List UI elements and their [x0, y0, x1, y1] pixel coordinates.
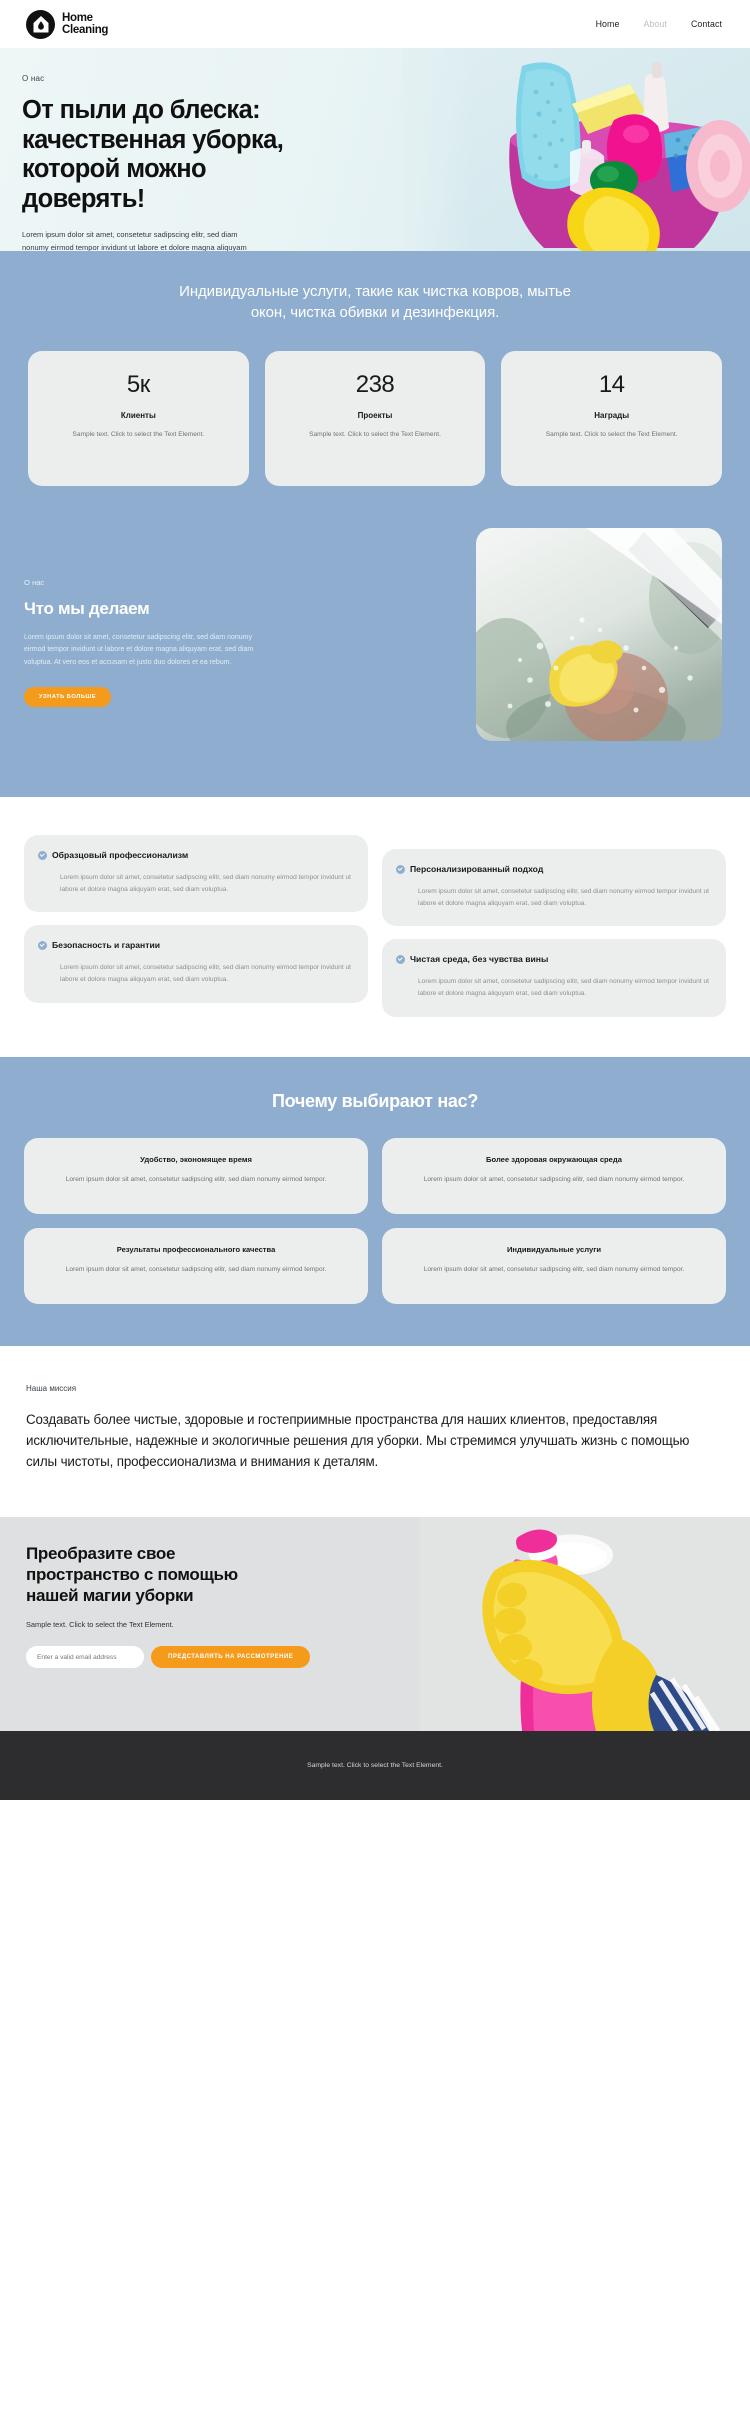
check-circle-icon	[38, 850, 47, 860]
mission-text: Создавать более чистые, здоровые и госте…	[26, 1411, 690, 1469]
why-us-card-title: Более здоровая окружающая среда	[486, 1154, 622, 1164]
why-us-card: Результаты профессионального качества Lo…	[24, 1227, 368, 1304]
why-us-card-title: Результаты профессионального качества	[116, 1244, 276, 1254]
stat-label: Клиенты	[120, 410, 156, 420]
stat-card: 14 Награды Sample text. Click to select …	[501, 350, 723, 486]
nav-item-contact[interactable]: Contact	[691, 19, 722, 29]
feature-card: Чистая среда, без чувства вины Lorem ips…	[382, 939, 726, 1017]
submit-button[interactable]: ПРЕДСТАВЛЯТЬ НА РАССМОТРЕНИЕ	[151, 1646, 311, 1669]
nav-item-about[interactable]: About	[643, 19, 667, 29]
why-us-card-body: Lorem ipsum dolor sit amet, consetetur s…	[65, 1175, 327, 1183]
feature-body: Lorem ipsum dolor sit amet, consetetur s…	[418, 887, 709, 907]
stat-card: 238 Проекты Sample text. Click to select…	[264, 350, 486, 486]
why-us-card-body: Lorem ipsum dolor sit amet, consetetur s…	[423, 1265, 685, 1273]
stat-description: Sample text. Click to select the Text El…	[545, 430, 678, 438]
feature-body: Lorem ipsum dolor sit amet, consetetur s…	[60, 873, 351, 893]
check-circle-icon	[396, 955, 405, 965]
email-input[interactable]	[26, 1646, 144, 1669]
landing-page: Home Cleaning Home About Contact О нас О…	[0, 0, 750, 1800]
why-us-card: Индивидуальные услуги Lorem ipsum dolor …	[382, 1227, 726, 1304]
services-section: Индивидуальные услуги, такие как чистка …	[0, 251, 750, 797]
feature-card: Персонализированный подход Lorem ipsum d…	[382, 848, 726, 927]
why-us-card-title: Индивидуальные услуги	[506, 1244, 602, 1254]
footer-text: Sample text. Click to select the Text El…	[307, 1761, 443, 1769]
hero-paragraph: Lorem ipsum dolor sit amet, consetetur s…	[22, 230, 247, 251]
what-we-do-section: О нас Что мы делаем Lorem ipsum dolor si…	[0, 486, 750, 797]
cta-section: Преобразите свое пространство с помощью …	[0, 1516, 750, 1731]
features-column-left: Образцовый профессионализм Lorem ipsum d…	[24, 834, 368, 1017]
site-footer: Sample text. Click to select the Text El…	[0, 1730, 750, 1800]
feature-body: Lorem ipsum dolor sit amet, consetetur s…	[418, 978, 709, 998]
learn-more-button[interactable]: УЗНАТЬ БОЛЬШЕ	[24, 686, 111, 707]
site-header: Home Cleaning Home About Contact	[0, 0, 750, 48]
stat-description: Sample text. Click to select the Text El…	[309, 430, 441, 438]
hero-eyebrow: О нас	[22, 74, 45, 83]
stat-description: Sample text. Click to select the Text El…	[72, 430, 205, 438]
main-nav: Home About Contact	[596, 19, 722, 29]
stat-number: 14	[598, 370, 625, 398]
stat-label: Награды	[594, 410, 630, 420]
feature-title: Безопасность и гарантии	[52, 940, 161, 951]
what-we-do-image	[476, 527, 722, 741]
hero-image	[402, 48, 750, 251]
features-section: Образцовый профессионализм Lorem ipsum d…	[0, 796, 750, 1057]
what-we-do-eyebrow: О нас	[24, 577, 45, 587]
mission-section: Наша миссия Создавать более чистые, здор…	[0, 1345, 750, 1517]
features-column-right: Персонализированный подход Lorem ipsum d…	[382, 835, 726, 1017]
why-us-heading: Почему выбирают нас?	[271, 1090, 479, 1111]
stat-label: Проекты	[357, 410, 393, 420]
feature-card-header: Чистая среда, без чувства вины	[396, 953, 710, 965]
why-us-grid: Удобство, экономящее время Lorem ipsum d…	[24, 1137, 726, 1304]
brand-line-2: Cleaning	[62, 24, 109, 36]
feature-title: Персонализированный подход	[410, 863, 544, 874]
hero-section: О нас От пыли до блеска: качественная уб…	[0, 48, 750, 251]
brand-name: Home Cleaning	[62, 12, 108, 37]
services-title: Индивидуальные услуги, такие как чистка …	[179, 283, 571, 322]
stat-number: 238	[355, 370, 395, 398]
why-us-card: Более здоровая окружающая среда Lorem ip…	[382, 1137, 726, 1214]
check-circle-icon	[396, 864, 405, 874]
what-we-do-heading: Что мы делаем	[24, 598, 150, 618]
cta-subtext: Sample text. Click to select the Text El…	[26, 1620, 174, 1630]
cta-signup-form: ПРЕДСТАВЛЯТЬ НА РАССМОТРЕНИЕ	[26, 1646, 420, 1669]
mission-eyebrow: Наша миссия	[26, 1383, 77, 1393]
hero-heading: От пыли до блеска: качественная уборка, …	[22, 96, 284, 213]
feature-card: Образцовый профессионализм Lorem ipsum d…	[24, 834, 368, 913]
stats-row: 5к Клиенты Sample text. Click to select …	[0, 324, 750, 486]
why-us-card-title: Удобство, экономящее время	[140, 1154, 252, 1164]
check-circle-icon	[38, 941, 47, 951]
why-us-card: Удобство, экономящее время Lorem ipsum d…	[24, 1137, 368, 1214]
feature-card-header: Образцовый профессионализм	[38, 849, 352, 861]
what-we-do-content: О нас Что мы делаем Lorem ipsum dolor si…	[24, 528, 324, 707]
feature-title: Образцовый профессионализм	[52, 849, 189, 860]
why-us-card-body: Lorem ipsum dolor sit amet, consetetur s…	[65, 1265, 327, 1273]
why-us-card-body: Lorem ipsum dolor sit amet, consetetur s…	[423, 1175, 685, 1183]
house-drop-logo-icon	[26, 9, 55, 39]
cta-content: Преобразите свое пространство с помощью …	[0, 1517, 420, 1669]
brand-logo[interactable]: Home Cleaning	[26, 9, 108, 39]
cta-image	[420, 1516, 750, 1731]
cta-heading: Преобразите свое пространство с помощью …	[26, 1543, 238, 1606]
stat-card: 5к Клиенты Sample text. Click to select …	[28, 350, 249, 486]
stat-number: 5к	[126, 370, 150, 398]
feature-title: Чистая среда, без чувства вины	[410, 954, 549, 965]
why-us-section: Почему выбирают нас? Удобство, экономяще…	[0, 1056, 750, 1346]
feature-card-header: Безопасность и гарантии	[38, 939, 352, 951]
feature-card: Безопасность и гарантии Lorem ipsum dolo…	[24, 925, 368, 1003]
what-we-do-paragraph: Lorem ipsum dolor sit amet, consetetur s…	[24, 633, 254, 666]
feature-body: Lorem ipsum dolor sit amet, consetetur s…	[60, 964, 351, 984]
brand-line-1: Home	[62, 11, 93, 24]
feature-card-header: Персонализированный подход	[396, 863, 710, 875]
nav-item-home[interactable]: Home	[596, 19, 620, 29]
hero-content: О нас От пыли до блеска: качественная уб…	[0, 48, 420, 251]
